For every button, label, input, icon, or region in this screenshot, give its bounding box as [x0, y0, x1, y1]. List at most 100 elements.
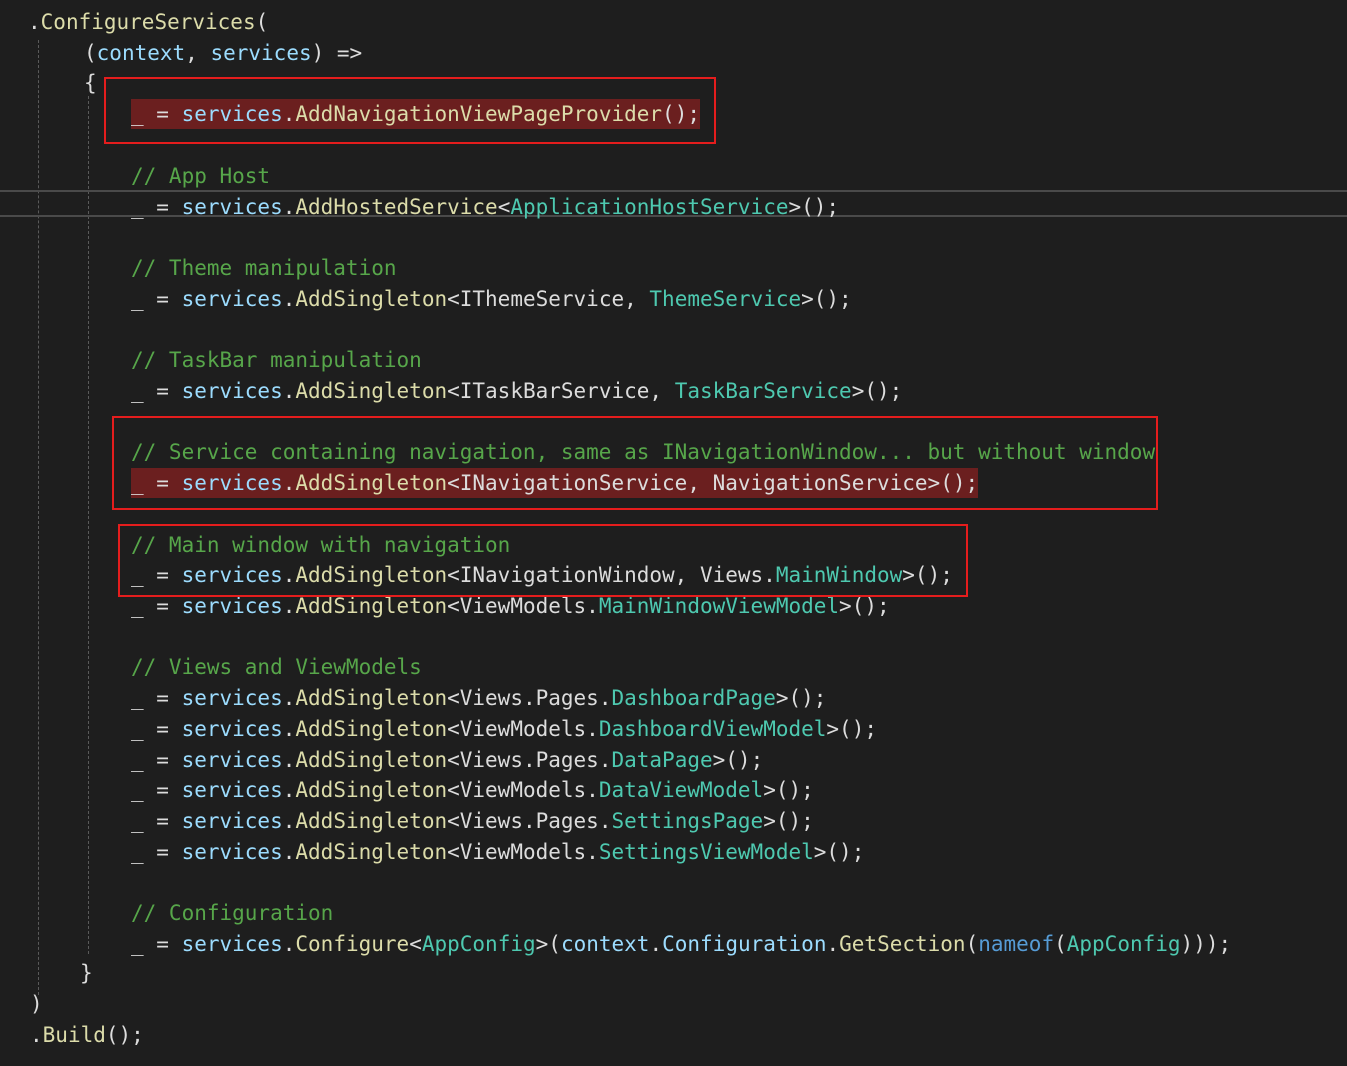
code-token: services: [181, 717, 283, 741]
code-token: // App Host: [131, 164, 271, 188]
code-token: >();: [763, 778, 814, 802]
code-line[interactable]: // Views and ViewModels: [131, 652, 422, 682]
code-line[interactable]: ): [30, 989, 43, 1019]
code-token: AddSingleton: [295, 594, 448, 618]
code-token: >();: [712, 748, 764, 772]
code-token: .: [282, 594, 296, 618]
code-token: _ =: [131, 195, 182, 219]
code-token: services: [181, 195, 283, 219]
code-token: >(: [535, 932, 561, 956]
code-token: <: [497, 195, 511, 219]
code-line[interactable]: .ConfigureServices(: [28, 7, 268, 37]
code-token: AddSingleton: [295, 809, 448, 833]
code-token: AppConfig: [421, 932, 536, 956]
code-token: context: [96, 41, 186, 65]
code-token: .: [282, 778, 296, 802]
code-token: _ =: [131, 932, 182, 956]
code-line[interactable]: // TaskBar manipulation: [131, 345, 422, 375]
code-token: >();: [851, 379, 903, 403]
code-line[interactable]: _ = services.AddSingleton<ViewModels.Dat…: [131, 775, 814, 805]
code-line[interactable]: _ = services.Configure<AppConfig>(contex…: [131, 929, 1231, 959]
code-token: .: [649, 932, 663, 956]
code-token: >();: [813, 840, 865, 864]
code-token: <: [409, 932, 422, 956]
code-token: .: [282, 840, 296, 864]
code-token: _ =: [131, 287, 182, 311]
code-token: AddSingleton: [295, 778, 448, 802]
indent-guide: [38, 40, 39, 995]
code-token: // Views and ViewModels: [131, 655, 422, 679]
code-token: ,: [185, 41, 211, 65]
code-token: .: [282, 717, 296, 741]
code-token: _ =: [131, 379, 182, 403]
annotation-box: [104, 77, 716, 144]
code-token: // TaskBar manipulation: [131, 348, 422, 372]
code-token: SettingsViewModel: [598, 840, 814, 864]
code-line[interactable]: _ = services.AddSingleton<ITaskBarServic…: [131, 376, 902, 406]
code-token: _ =: [131, 594, 182, 618]
code-token: services: [181, 809, 283, 833]
code-token: DashboardPage: [611, 686, 776, 710]
code-token: services: [210, 41, 312, 65]
code-token: <Views.Pages.: [447, 686, 612, 710]
code-line[interactable]: _ = services.AddSingleton<ViewModels.Set…: [131, 837, 864, 867]
code-token: AddSingleton: [295, 379, 448, 403]
annotation-box: [112, 416, 1158, 510]
code-line[interactable]: _ = services.AddSingleton<Views.Pages.Se…: [131, 806, 814, 836]
code-token: ApplicationHostService: [510, 195, 789, 219]
code-token: DataViewModel: [598, 778, 764, 802]
code-token: AddSingleton: [295, 748, 448, 772]
code-token: ThemeService: [649, 287, 802, 311]
code-token: >();: [775, 686, 827, 710]
code-token: services: [181, 287, 283, 311]
code-token: DataPage: [611, 748, 713, 772]
code-token: >();: [839, 594, 890, 618]
code-token: AddHostedService: [295, 195, 498, 219]
code-token: .: [282, 379, 296, 403]
code-token: _ =: [131, 748, 182, 772]
code-token: Configuration: [662, 932, 827, 956]
code-token: <ITaskBarService,: [447, 379, 675, 403]
code-token: _ =: [131, 717, 182, 741]
code-token: services: [181, 686, 283, 710]
code-token: Configure: [295, 932, 410, 956]
code-token: _ =: [131, 840, 182, 864]
code-token: >();: [788, 195, 840, 219]
code-token: (: [255, 10, 269, 34]
code-line[interactable]: .Build();: [30, 1020, 144, 1050]
code-line[interactable]: _ = services.AddHostedService<Applicatio…: [131, 192, 839, 222]
code-token: SettingsPage: [611, 809, 764, 833]
code-token: .: [30, 1023, 43, 1047]
code-token: .: [282, 809, 296, 833]
code-token: .: [282, 686, 296, 710]
code-token: context: [560, 932, 650, 956]
code-token: .: [28, 10, 41, 34]
code-token: ): [30, 992, 43, 1016]
code-token: AddSingleton: [295, 287, 448, 311]
code-token: <ViewModels.: [447, 717, 599, 741]
code-line[interactable]: _ = services.AddSingleton<Views.Pages.Da…: [131, 683, 826, 713]
code-token: _ =: [131, 686, 182, 710]
code-line[interactable]: {: [84, 68, 97, 98]
code-line[interactable]: }: [80, 958, 93, 988]
code-token: services: [181, 932, 283, 956]
code-editor[interactable]: .ConfigureServices( (context, services) …: [0, 0, 1347, 1066]
code-line[interactable]: (context, services) =>: [84, 38, 362, 68]
code-token: (: [1054, 932, 1067, 956]
code-token: AddSingleton: [295, 686, 448, 710]
code-token: <ViewModels.: [447, 778, 599, 802]
code-line[interactable]: _ = services.AddSingleton<ViewModels.Das…: [131, 714, 877, 744]
code-line[interactable]: // Theme manipulation: [131, 253, 397, 283]
code-token: ConfigureServices: [40, 10, 256, 34]
code-line[interactable]: // Configuration: [131, 898, 333, 928]
code-line[interactable]: // App Host: [131, 161, 270, 191]
code-token: .: [282, 195, 296, 219]
code-token: (: [84, 41, 97, 65]
code-line[interactable]: _ = services.AddSingleton<Views.Pages.Da…: [131, 745, 763, 775]
code-token: <IThemeService,: [447, 287, 650, 311]
code-token: // Configuration: [131, 901, 334, 925]
code-token: // Theme manipulation: [131, 256, 397, 280]
code-token: .: [282, 932, 296, 956]
code-line[interactable]: _ = services.AddSingleton<IThemeService,…: [131, 284, 852, 314]
code-token: MainWindowViewModel: [598, 594, 840, 618]
